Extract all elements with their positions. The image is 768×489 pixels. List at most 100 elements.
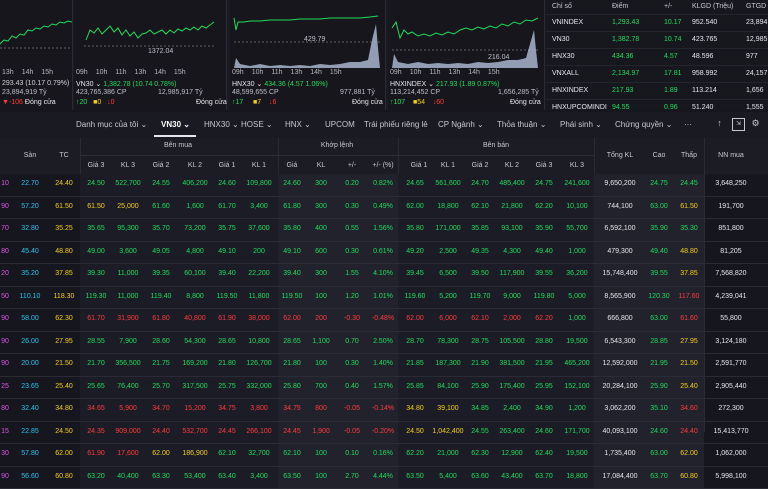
match-price: 62.10 bbox=[278, 450, 306, 457]
hnx30-mini-chart[interactable]: 429.79 09h10h11h13h14h15h HNX30 ⌄ 434.36… bbox=[230, 0, 386, 110]
tab-warrants[interactable]: Chứng quyền ⌄ bbox=[615, 120, 672, 129]
tab-label: HNX bbox=[285, 120, 302, 129]
index-row[interactable]: HNXINDEX217.931.89113.2141,656 bbox=[546, 82, 768, 99]
col-match-vol: KL bbox=[306, 162, 336, 169]
ask1-volume: 5,200 bbox=[432, 293, 464, 300]
hnxindex-mini-chart[interactable]: 216.04 09h10h11h13h14h15h HNXINDEX ⌄ 217… bbox=[388, 0, 545, 110]
match-volume: 100 bbox=[306, 473, 336, 480]
stock-row[interactable]: 1022.7024.4024.50522,70024.55406,20024.6… bbox=[0, 174, 768, 197]
ask3-price: 28.80 bbox=[528, 338, 560, 345]
index-volume: 48.596 bbox=[692, 49, 713, 65]
bid2-volume: 53,400 bbox=[178, 473, 212, 480]
bid3-volume: 7,900 bbox=[112, 338, 144, 345]
vnindex-mini-chart[interactable]: 13h14h15h 293.43 (10.17 0.79%) 23,894,91… bbox=[0, 0, 73, 110]
reference-price: 25.40 bbox=[50, 383, 78, 390]
index-row[interactable]: VNINDEX1,293.4310.17952.54023,894 bbox=[546, 14, 768, 31]
bid1-volume: 200 bbox=[242, 248, 276, 255]
tick: 11h bbox=[115, 69, 126, 76]
stock-row[interactable]: 8032.4034.8034.655,90034.7015,20034.753,… bbox=[0, 399, 768, 422]
tab-hnx[interactable]: HNX ⌄ bbox=[285, 120, 311, 129]
chevron-down-icon[interactable]: ⌄ bbox=[257, 81, 263, 88]
tab-upcom[interactable]: UPCOM bbox=[325, 120, 355, 129]
bid2-price: 34.70 bbox=[144, 405, 178, 412]
foreign-buy: 55,800 bbox=[704, 315, 758, 322]
match-volume: 200 bbox=[306, 315, 336, 322]
index-value: 24,157 bbox=[746, 66, 767, 82]
col-floor: Sàn bbox=[14, 152, 46, 159]
more-tabs-button[interactable]: ··· bbox=[684, 120, 692, 129]
settings-icon[interactable]: ⚙ bbox=[750, 118, 761, 129]
decliners-count: 60 bbox=[436, 99, 444, 106]
stock-row[interactable]: 2523.6525.4025.6576,40025.70317,50025.75… bbox=[0, 377, 768, 400]
stock-row[interactable]: 50110.10118.30119.3011,000119.408,800119… bbox=[0, 287, 768, 310]
ask3-volume: 1,200 bbox=[560, 405, 594, 412]
vn30-mini-chart[interactable]: 1372.04 09h10h11h13h14h15h VN30 ⌄ 1,382.… bbox=[74, 0, 227, 110]
floor-price: 45.40 bbox=[14, 248, 46, 255]
stock-row[interactable]: 9057.2061.5061.5025,00061.601,60061.703,… bbox=[0, 197, 768, 220]
bid1-price: 24.60 bbox=[212, 180, 242, 187]
price-change-pct: -0.20% bbox=[368, 428, 398, 435]
tab-negotiated[interactable]: Thỏa thuận ⌄ bbox=[497, 120, 546, 129]
ceiling-price: 50 bbox=[0, 293, 10, 300]
stock-row[interactable]: 9056.6060.8063.2040,40063.3053,40063.403… bbox=[0, 467, 768, 489]
bid3-price: 28.55 bbox=[80, 338, 112, 345]
bid3-price: 39.30 bbox=[80, 270, 112, 277]
tab-sector[interactable]: CP Ngành ⌄ bbox=[438, 120, 484, 129]
ceiling-price: 90 bbox=[0, 315, 10, 322]
ask2-volume: 175,400 bbox=[496, 383, 528, 390]
hnxindex-label: HNXINDEX bbox=[390, 81, 426, 88]
tab-hnx30[interactable]: HNX30 ⌄ bbox=[204, 120, 239, 129]
tab-private-bonds[interactable]: Trái phiếu riêng lẻ bbox=[364, 120, 428, 129]
ask3-volume: 171,700 bbox=[560, 428, 594, 435]
chevron-down-icon[interactable]: ⌄ bbox=[428, 81, 434, 88]
match-price: 39.40 bbox=[278, 270, 306, 277]
tab-hose[interactable]: HOSE ⌄ bbox=[241, 120, 273, 129]
floor-price: 58.00 bbox=[14, 315, 46, 322]
index-table: Chỉ số Điểm +/- KLGD (Triệu) GTGD ( VNIN… bbox=[546, 0, 768, 110]
index-change: 10.17 bbox=[664, 15, 682, 31]
export-icon[interactable]: ⇲ bbox=[732, 118, 745, 131]
active-tab-indicator bbox=[154, 135, 196, 137]
price-change-pct: 0.61% bbox=[368, 248, 398, 255]
index-row[interactable]: VN301,382.7810.74423.76512,985 bbox=[546, 31, 768, 48]
stock-row[interactable]: 9020.0021.5021.70356,50021.75169,20021.8… bbox=[0, 354, 768, 377]
col-index-name: Chỉ số bbox=[552, 0, 572, 14]
arrow-up-icon[interactable]: ↑ bbox=[714, 118, 725, 129]
bid1-price: 61.90 bbox=[212, 315, 242, 322]
tab-derivatives[interactable]: Phái sinh ⌄ bbox=[560, 120, 602, 129]
ask3-price: 63.70 bbox=[528, 473, 560, 480]
hnx30-decliners: ↓6 bbox=[269, 99, 276, 106]
tick: 14h bbox=[154, 69, 166, 76]
tab-watchlist[interactable]: Danh mục của tôi ⌄ bbox=[76, 120, 147, 129]
index-point: 1,382.78 bbox=[612, 32, 639, 48]
hnxindex-unchanged: ■54 bbox=[413, 99, 425, 106]
bid3-volume: 5,900 bbox=[112, 405, 144, 412]
bid1-price: 21.80 bbox=[212, 360, 242, 367]
index-volume: 423.765 bbox=[692, 32, 717, 48]
floor-price: 22.85 bbox=[14, 428, 46, 435]
tab-vn30[interactable]: VN30 ⌄ bbox=[161, 120, 190, 129]
index-row[interactable]: VNXALL2,134.9717.81958.99224,157 bbox=[546, 65, 768, 82]
stock-row[interactable]: 2035.2037.8539.3011,00039.3560,10039.402… bbox=[0, 264, 768, 287]
bid1-volume: 3,400 bbox=[242, 203, 276, 210]
stock-row[interactable]: 9058.0062.3061.7031,90061.8040,80061.903… bbox=[0, 309, 768, 332]
tick: 13h bbox=[135, 69, 147, 76]
tab-label: Chứng quyền bbox=[615, 120, 664, 129]
high-price: 35.10 bbox=[644, 405, 674, 412]
price-change: 0.30 bbox=[336, 203, 368, 210]
index-row[interactable]: HNX30434.364.5748.596977 bbox=[546, 48, 768, 65]
col-value: GTGD ( bbox=[746, 0, 768, 14]
stock-row[interactable]: 7032.8035.2535.6595,30035.7073,20035.753… bbox=[0, 219, 768, 242]
stock-row[interactable]: 1522.8524.5024.35909,00024.40532,70024.4… bbox=[0, 422, 768, 445]
stock-row[interactable]: 8045.4048.8049.003,60049.054,80049.10200… bbox=[0, 242, 768, 265]
match-price: 62.00 bbox=[278, 315, 306, 322]
ceiling-price: 70 bbox=[0, 225, 10, 232]
chevron-down-icon[interactable]: ⌄ bbox=[95, 81, 101, 88]
ask3-price: 24.75 bbox=[528, 180, 560, 187]
stock-row[interactable]: 3057.8062.0061.9017,60062.00186,90062.10… bbox=[0, 444, 768, 467]
ask3-volume: 55,700 bbox=[560, 225, 594, 232]
col-bid1-vol: KL 1 bbox=[242, 162, 276, 169]
foreign-buy: 3,648,250 bbox=[704, 180, 758, 187]
stock-row[interactable]: 9026.0027.9528.557,90028.6054,30028.6510… bbox=[0, 332, 768, 355]
index-point: 1,293.43 bbox=[612, 15, 639, 31]
